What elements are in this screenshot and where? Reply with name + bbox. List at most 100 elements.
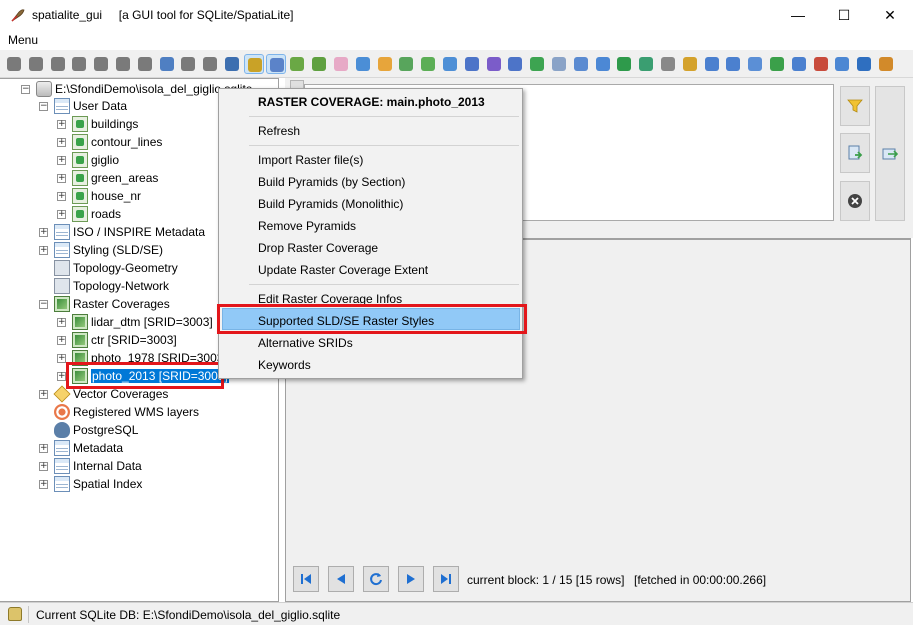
menu-item-refresh[interactable]: Refresh [258,124,300,138]
eye-toolbar-button[interactable] [658,54,678,74]
globe3-toolbar-button[interactable] [440,54,460,74]
srid-toolbar-button[interactable] [789,54,809,74]
csv-toolbar-button[interactable] [636,54,656,74]
tree-topology-network[interactable]: Topology-Network [54,277,169,295]
tree-raster-photo-2013[interactable]: + photo_2013 [SRID=3003] [57,367,229,385]
create-db-toolbar-button[interactable] [48,54,68,74]
doc-toolbar-button[interactable] [527,54,547,74]
menu-item-remove-pyramids[interactable]: Remove Pyramids [258,219,356,233]
tree-table-giglio[interactable]: + giglio [57,151,119,169]
expand-icon[interactable]: + [57,155,66,165]
tree-raster-lidar-dtm[interactable]: + lidar_dtm [SRID=3003] [57,313,213,331]
sql-script-toolbar-button[interactable] [178,54,198,74]
expand-icon[interactable]: + [57,173,66,183]
help-toolbar-button[interactable] [832,54,852,74]
menu-item-build-pyramids-section[interactable]: Build Pyramids (by Section) [258,175,405,189]
about-toolbar-button[interactable] [854,54,874,74]
tree-raster-coverages[interactable]: − Raster Coverages [39,295,170,313]
wms-toolbar-button[interactable] [265,54,286,74]
disconnect-toolbar-button[interactable] [26,54,46,74]
attach-toolbar-button[interactable] [680,54,700,74]
clone-toolbar-button[interactable] [723,54,743,74]
expand-icon[interactable]: + [39,461,48,471]
expand-icon[interactable]: + [57,317,66,327]
expand-icon[interactable]: + [39,245,48,255]
tree-topology-geometry[interactable]: Topology-Geometry [54,259,178,277]
menu-item-update-extent[interactable]: Update Raster Coverage Extent [258,263,428,277]
tree-iso-metadata[interactable]: + ISO / INSPIRE Metadata [39,223,205,241]
refresh-block-button[interactable] [363,566,389,592]
dbf-toolbar-button[interactable] [505,54,525,74]
menu-item-supported-styles[interactable]: Supported SLD/SE Raster Styles [258,314,434,328]
connect-toolbar-button[interactable] [4,54,24,74]
expand-icon[interactable]: + [57,335,66,345]
tree-spatial-index[interactable]: + Spatial Index [39,475,142,493]
eraser-toolbar-button[interactable] [331,54,351,74]
minimize-button[interactable]: — [775,0,821,30]
previous-block-button[interactable] [328,566,354,592]
expand-icon[interactable]: + [57,371,66,381]
close-button[interactable]: ✕ [867,0,913,30]
globe-toolbar-button[interactable] [396,54,416,74]
tree-table-contour-lines[interactable]: + contour_lines [57,133,162,151]
pdf-toolbar-button[interactable] [811,54,831,74]
tree-table-house-nr[interactable]: + house_nr [57,187,141,205]
expand-icon[interactable]: + [39,443,48,453]
tree-raster-ctr[interactable]: + ctr [SRID=3003] [57,331,177,349]
memory-db-toolbar-button[interactable] [69,54,89,74]
tree-internal-data[interactable]: + Internal Data [39,457,142,475]
tree-table-buildings[interactable]: + buildings [57,115,138,133]
tree-wms-layers[interactable]: Registered WMS layers [54,403,199,421]
menu-item-edit-infos[interactable]: Edit Raster Coverage Infos [258,292,402,306]
first-block-button[interactable] [293,566,319,592]
menu-main[interactable]: Menu [8,33,38,47]
excel-toolbar-button[interactable] [614,54,634,74]
clear-button[interactable] [840,181,870,221]
expand-icon[interactable]: + [39,227,48,237]
import-toolbar-button[interactable] [353,54,373,74]
next-block-button[interactable] [398,566,424,592]
collapse-icon[interactable]: − [39,101,48,111]
load-shp-toolbar-button[interactable] [200,54,220,74]
expand-icon[interactable]: + [57,353,66,363]
memory-db-save-toolbar-button[interactable] [91,54,111,74]
tree-postgresql[interactable]: PostgreSQL [54,421,138,439]
exit-toolbar-button[interactable] [876,54,896,74]
move-toolbar-button[interactable] [767,54,787,74]
memory-db-load-toolbar-button[interactable] [113,54,133,74]
expand-icon[interactable]: + [39,479,48,489]
charts-toolbar-button[interactable] [287,54,307,74]
maximize-button[interactable]: ☐ [821,0,867,30]
menu-item-import-raster[interactable]: Import Raster file(s) [258,153,363,167]
copy-toolbar-button[interactable] [702,54,722,74]
virtual-shp-toolbar-button[interactable] [222,54,242,74]
save-toolbar-button[interactable] [571,54,591,74]
memory-db-clone-toolbar-button[interactable] [135,54,155,74]
tree-table-green-areas[interactable]: + green_areas [57,169,158,187]
tree-user-data[interactable]: − User Data [39,97,127,115]
xls-toolbar-button[interactable] [549,54,569,74]
last-block-button[interactable] [433,566,459,592]
wifi-toolbar-button[interactable] [745,54,765,74]
globe5-toolbar-button[interactable] [484,54,504,74]
menu-item-alternative-srids[interactable]: Alternative SRIDs [258,336,353,350]
tree-styling[interactable]: + Styling (SLD/SE) [39,241,163,259]
tree-table-roads[interactable]: + roads [57,205,121,223]
expand-icon[interactable]: + [57,137,66,147]
expand-icon[interactable]: + [39,389,48,399]
expand-icon[interactable]: + [57,209,66,219]
globe4-toolbar-button[interactable] [462,54,482,74]
expand-icon[interactable]: + [57,191,66,201]
menu-item-build-pyramids-monolithic[interactable]: Build Pyramids (Monolithic) [258,197,403,211]
collapse-icon[interactable]: − [39,299,48,309]
save-as-toolbar-button[interactable] [593,54,613,74]
tree-metadata[interactable]: + Metadata [39,439,123,457]
vacuum-toolbar-button[interactable] [157,54,177,74]
collapse-icon[interactable]: − [21,84,30,94]
execute-query-button[interactable] [840,133,870,173]
expand-icon[interactable]: + [57,119,66,129]
menu-item-drop-coverage[interactable]: Drop Raster Coverage [258,241,378,255]
globe2-toolbar-button[interactable] [418,54,438,74]
raster-coverage-toolbar-button[interactable] [243,54,264,74]
bug-toolbar-button[interactable] [309,54,329,74]
